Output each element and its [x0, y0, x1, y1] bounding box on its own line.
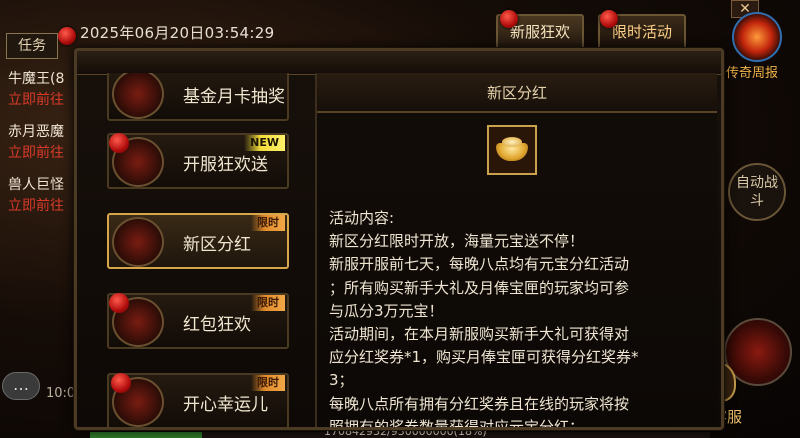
quest-tab[interactable]: 任务	[6, 33, 58, 59]
quest-go-link[interactable]: 立即前往	[8, 195, 78, 227]
activity-label: 基金月卡抽奖	[183, 87, 285, 107]
chat-time: 10:0	[46, 386, 76, 401]
limited-badge: 限时	[251, 295, 285, 311]
treasure-chest-icon	[112, 217, 164, 267]
red-envelope-icon	[112, 73, 164, 119]
quest-go-link[interactable]: 立即前往	[8, 142, 78, 174]
desc-line: 3；	[329, 371, 354, 390]
desc-line: 新服开服前七天，每晚八点均有元宝分红活动	[329, 255, 630, 274]
activity-label: 新区分红	[183, 235, 251, 255]
quest-go-link[interactable]: 立即前往	[8, 89, 78, 121]
quest-name: 赤月恶魔	[8, 124, 64, 140]
activity-item-lucky-one[interactable]: 开心幸运儿 限时	[107, 373, 289, 427]
notification-dot	[109, 293, 129, 313]
event-window: 基金月卡抽奖 开服狂欢送 NEW 新区分红 限时 红包狂欢 限时 开心幸运儿 限…	[74, 48, 724, 430]
activity-item-fund-card[interactable]: 基金月卡抽奖	[107, 73, 289, 121]
notification-dot	[111, 373, 131, 393]
exp-bar-fill	[90, 432, 202, 438]
activity-list[interactable]: 基金月卡抽奖 开服狂欢送 NEW 新区分红 限时 红包狂欢 限时 开心幸运儿 限…	[107, 73, 289, 427]
activity-item-red-packet[interactable]: 红包狂欢 限时	[107, 293, 289, 349]
desc-line: 每晚八点所有拥有分红奖券且在线的玩家将按	[329, 394, 630, 413]
quest-name: 兽人巨怪	[8, 177, 64, 193]
content-title: 新区分红	[486, 84, 547, 102]
desc-line: 活动期间，在本月新服购买新手大礼可获得对	[329, 325, 630, 344]
notification-dot	[500, 10, 518, 28]
weekly-report-icon[interactable]	[732, 12, 782, 62]
ingot-top	[502, 137, 522, 147]
content-header: 新区分红	[317, 73, 717, 113]
desc-line: 与瓜分3万元宝！	[329, 301, 444, 320]
server-time: 2025年06月20日03:54:29	[80, 24, 275, 42]
notification-dot	[58, 27, 76, 45]
weekly-report-label: 传奇周报	[726, 66, 779, 81]
activity-item-opening-carnival[interactable]: 开服狂欢送 NEW	[107, 133, 289, 189]
gold-ingot-icon[interactable]	[487, 125, 537, 175]
activity-label: 红包狂欢	[183, 315, 251, 335]
activity-label: 开服狂欢送	[183, 155, 268, 175]
desc-line: 新区分红限时开放，海量元宝送不停！	[329, 232, 585, 251]
desc-line: ；所有购买新手大礼及月俸宝匣的玩家均可参	[329, 278, 630, 297]
quest-list: 牛魔王(8 立即前往 赤月恶魔 立即前往 兽人巨怪 立即前往	[8, 68, 78, 227]
quest-name: 牛魔王(8	[8, 71, 65, 87]
auto-battle-button[interactable]: 自动战斗	[728, 163, 786, 221]
limited-badge: 限时	[251, 375, 285, 391]
desc-line: 活动内容:	[329, 209, 395, 227]
notification-dot	[600, 10, 618, 28]
activity-description: 活动内容: 新区分红限时开放，海量元宝送不停！ 新服开服前七天，每晚八点均有元宝…	[329, 207, 714, 430]
notification-dot	[109, 133, 129, 153]
activity-content-panel: 新区分红 活动内容: 新区分红限时开放，海量元宝送不停！ 新服开服前七天，每晚八…	[315, 73, 717, 430]
chat-icon[interactable]: …	[2, 372, 40, 400]
window-frame	[77, 51, 721, 75]
desc-line: 照拥有的奖券数量获得对应元宝分红；	[329, 417, 585, 430]
desc-line: 应分红奖券*1，购买月俸宝匣可获得分红奖券*	[329, 348, 639, 367]
activity-label: 开心幸运儿	[183, 395, 268, 415]
new-badge: NEW	[244, 135, 285, 151]
activity-item-new-zone-dividend[interactable]: 新区分红 限时	[107, 213, 289, 269]
limited-badge: 限时	[251, 215, 285, 231]
